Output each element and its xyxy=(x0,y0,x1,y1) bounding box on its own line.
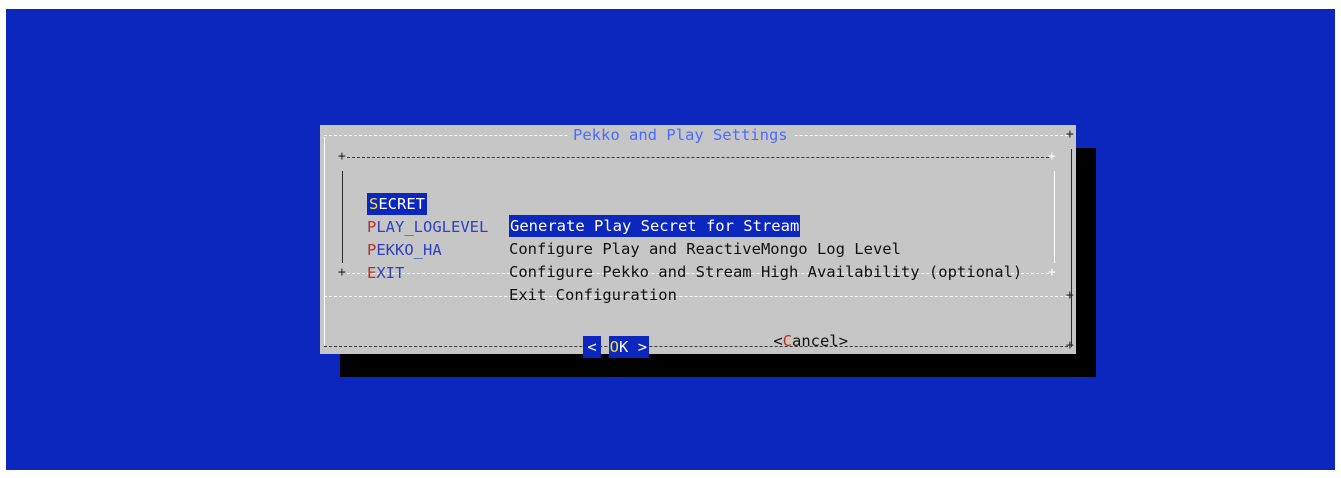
menu-item-pekko-ha[interactable]: PEKKO_HA Configure Pekko and Stream High… xyxy=(367,217,1022,281)
menu-bottom-left-corner: + xyxy=(338,265,346,280)
menu-bottom-right-corner: + xyxy=(1048,265,1056,280)
menu-item-exit[interactable]: EXIT Exit Configuration xyxy=(367,240,677,304)
dialog-bottom-right-corner: + xyxy=(1066,338,1074,353)
button-area-separator xyxy=(324,296,1068,297)
menu-item-description: Generate Play Secret for Stream xyxy=(509,215,801,237)
menu-top-left-corner: + xyxy=(338,149,346,164)
menu-item-tag: EXIT xyxy=(367,264,405,282)
separator-right-tee: + xyxy=(1066,288,1074,303)
dialog-left-border xyxy=(324,137,325,347)
menu-right-border xyxy=(1054,171,1055,263)
menu-item-description: Exit Configuration xyxy=(509,286,677,304)
settings-dialog: + + Pekko and Play Settings + + + + + SE… xyxy=(320,125,1076,358)
menu-item-description: Configure Play and ReactiveMongo Log Lev… xyxy=(509,240,901,258)
menu-top-border xyxy=(347,157,1049,158)
dialog-right-border xyxy=(1071,149,1072,347)
menu-item-description: Configure Pekko and Stream High Availabi… xyxy=(509,263,1023,281)
cancel-button[interactable]: <Cancel> xyxy=(736,308,848,350)
menu-top-right-corner: + xyxy=(1048,149,1056,164)
dialog-title: Pekko and Play Settings xyxy=(568,126,793,144)
menu-item-secret[interactable]: SECRET Generate Play Secret for Stream xyxy=(367,171,801,237)
dialog-bottom-border xyxy=(324,346,1068,347)
dialog-top-right-corner: + xyxy=(1066,127,1074,142)
menu-left-border xyxy=(342,171,343,263)
ok-button[interactable]: < OK > xyxy=(546,308,650,358)
menu-item-play-loglevel[interactable]: PLAY_LOGLEVEL Configure Play and Reactiv… xyxy=(367,194,901,258)
